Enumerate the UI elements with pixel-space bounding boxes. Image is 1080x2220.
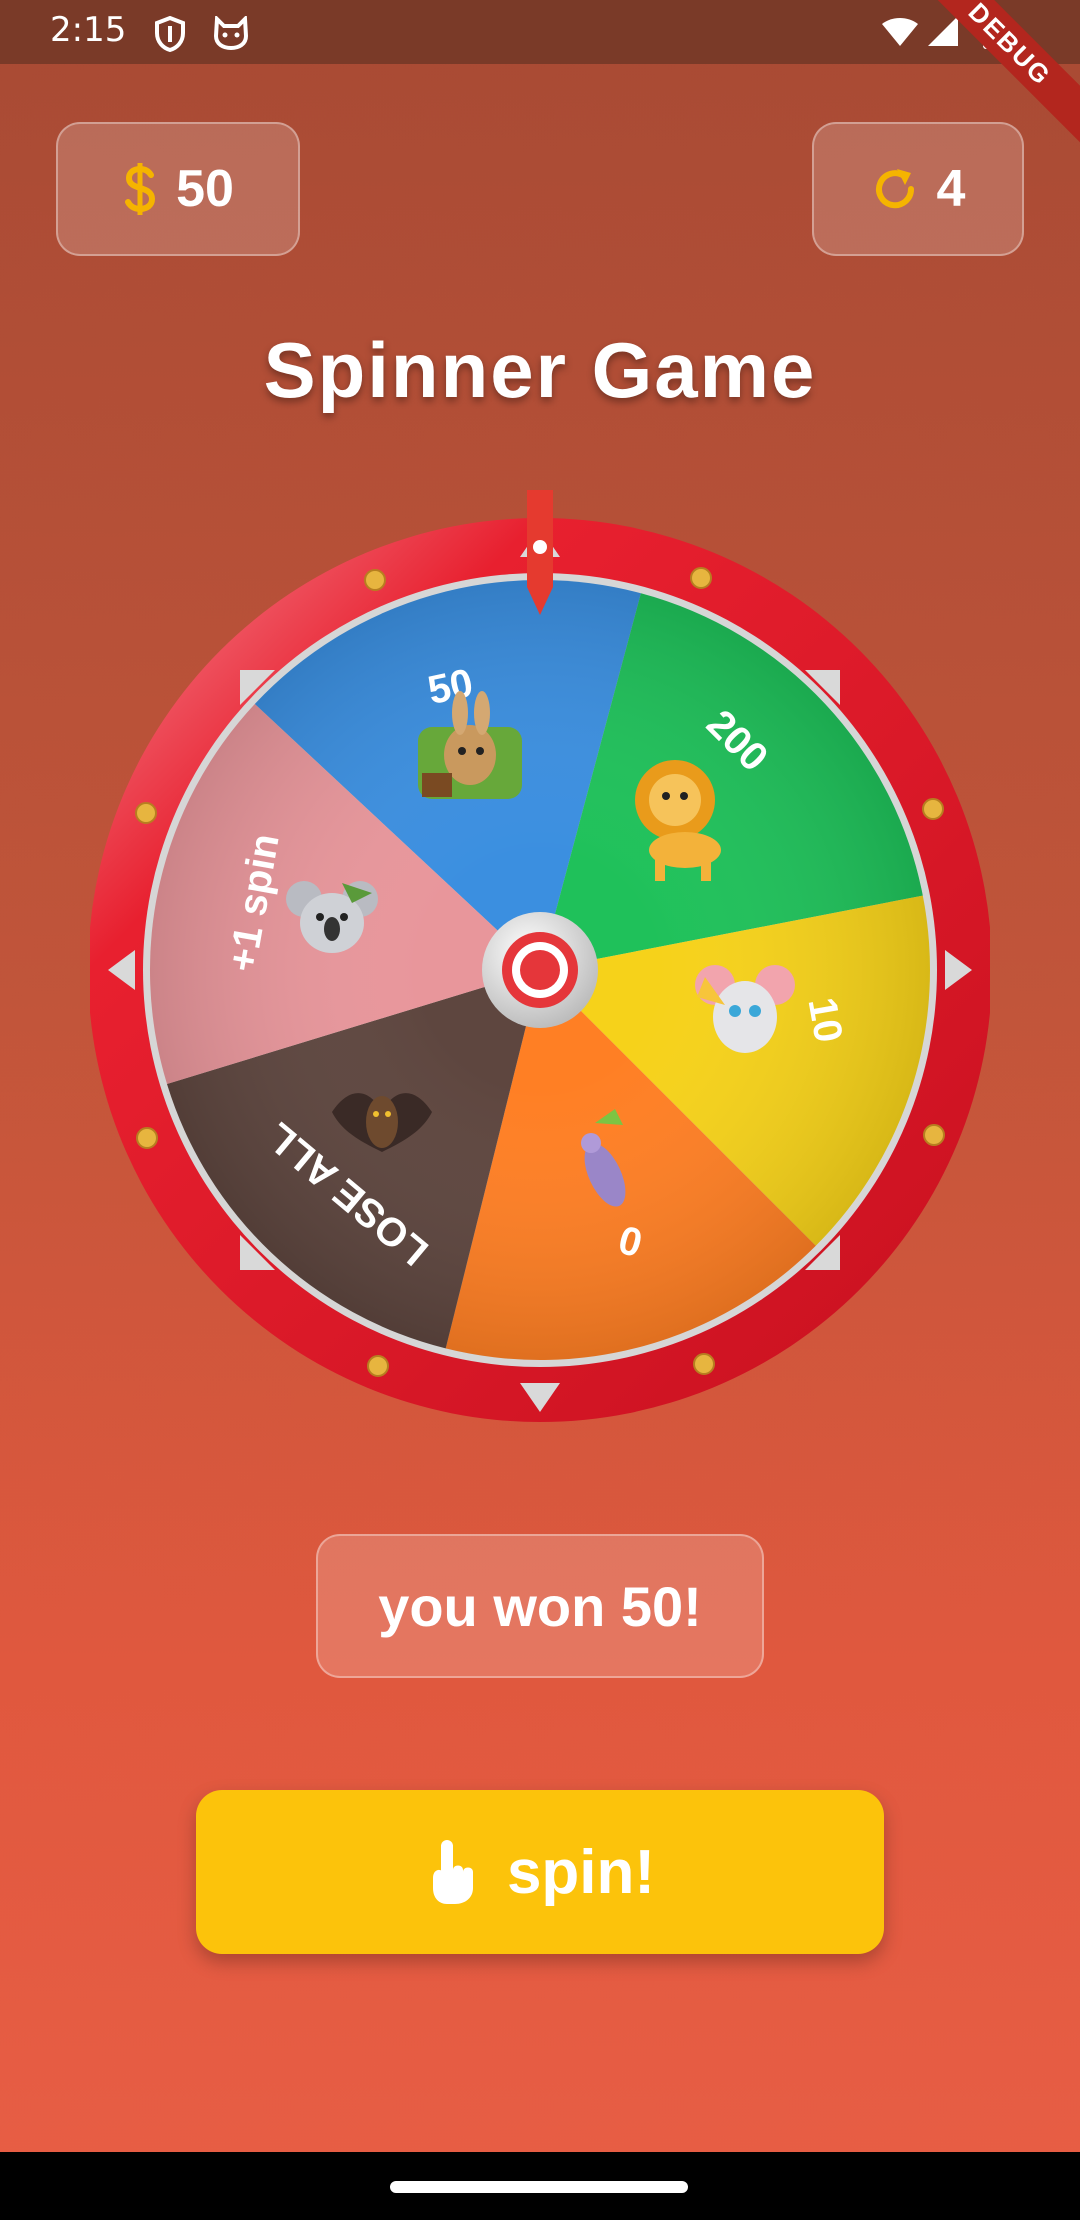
spin-button[interactable]: spin!	[196, 1790, 884, 1954]
coins-value: 50	[176, 160, 234, 218]
result-message: you won 50!	[316, 1534, 764, 1678]
refresh-icon	[875, 169, 914, 209]
shield-icon	[155, 16, 185, 52]
tap-hand-icon	[432, 1840, 473, 1904]
status-bar: 2:15	[0, 0, 1080, 64]
status-time: 2:15	[50, 10, 127, 50]
spins-counter: 4	[812, 122, 1024, 256]
home-handle[interactable]	[390, 2181, 688, 2193]
wifi-icon	[882, 18, 918, 46]
segment-label-50: 50	[424, 661, 477, 713]
dollar-icon	[125, 163, 156, 215]
segment-label-10: 10	[799, 994, 850, 1045]
coins-counter: 50	[56, 122, 300, 256]
signal-icon	[928, 16, 958, 46]
spins-value: 4	[936, 160, 966, 218]
spinner-wheel[interactable]: 50 200 10 0 LOSE ALL +1 spin	[88, 485, 992, 1435]
spin-button-label: spin!	[506, 1837, 656, 1907]
target-icon	[482, 912, 598, 1028]
page-title: Spinner Game	[263, 326, 817, 414]
cat-icon	[213, 16, 249, 50]
